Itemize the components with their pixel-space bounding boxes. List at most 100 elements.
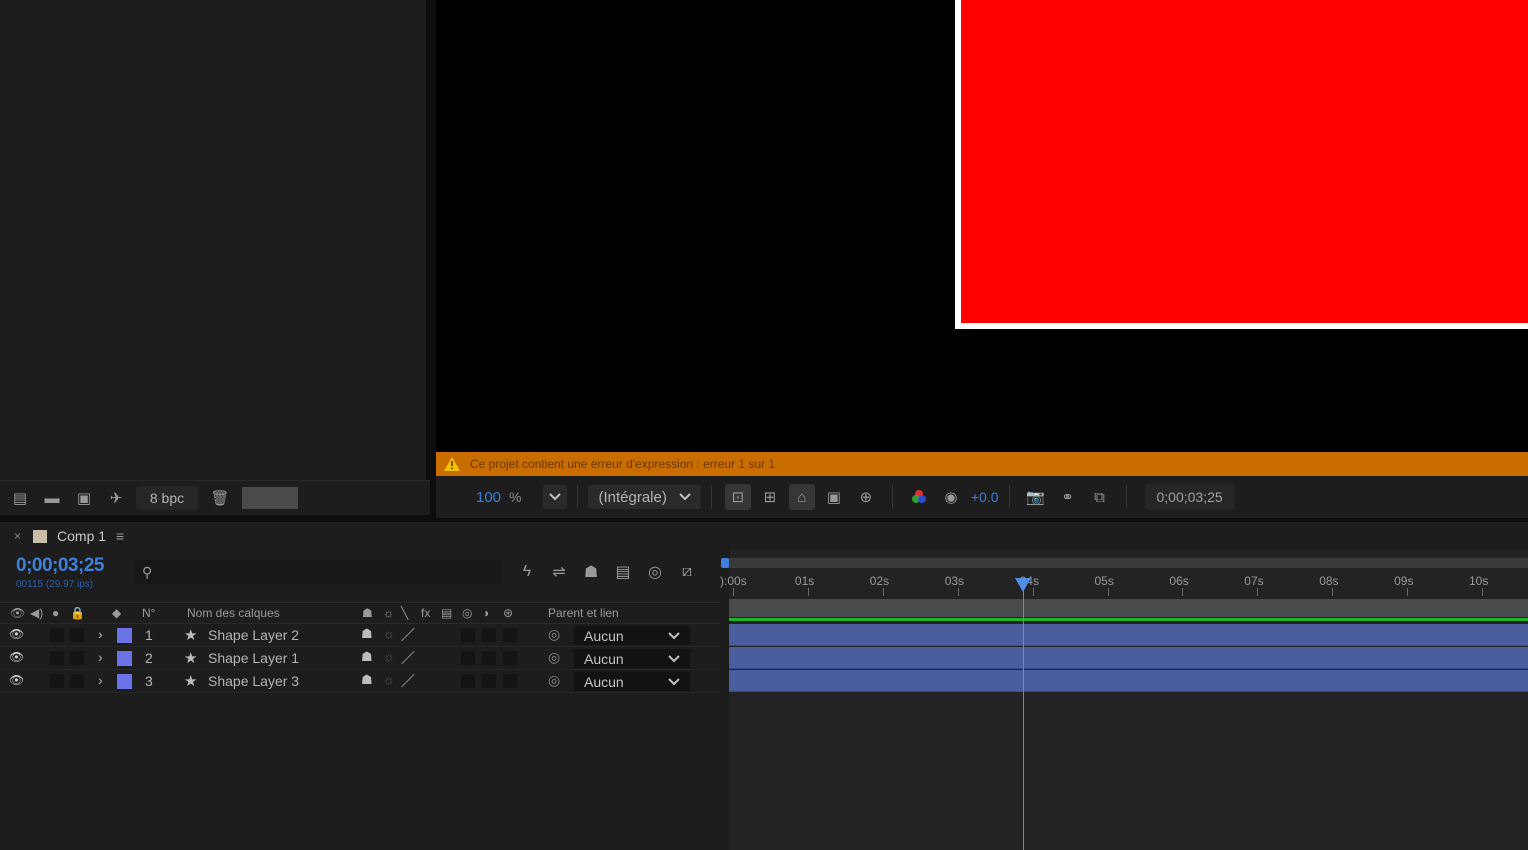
bit-depth-button[interactable]: 8 bpc: [136, 486, 198, 510]
layer-search-input[interactable]: ⚲: [134, 560, 502, 584]
audio-toggle-icon[interactable]: ◀): [30, 606, 43, 620]
collapse-switch-icon[interactable]: ☼: [383, 626, 395, 641]
work-area-start-handle[interactable]: [721, 558, 729, 568]
solo-icon[interactable]: ●: [52, 606, 59, 620]
chevron-right-icon[interactable]: ›: [98, 672, 103, 688]
zoom-dropdown[interactable]: [543, 485, 568, 509]
column-layer-name[interactable]: Nom des calques: [187, 606, 280, 620]
audio-toggle[interactable]: [50, 628, 64, 642]
ruler-tick-label: 02s: [869, 574, 890, 588]
ruler-tick: [733, 588, 734, 596]
audio-toggle[interactable]: [50, 674, 64, 688]
quality-switch-icon[interactable]: ／: [401, 625, 415, 645]
layer-row[interactable]: 👁 › 2 ★ Shape Layer 1 ☗ ☼ ／ ◎ Aucun: [0, 647, 720, 670]
switch-box[interactable]: [482, 674, 496, 688]
switch-box[interactable]: [503, 628, 517, 642]
label-tag-icon[interactable]: ◆: [112, 606, 121, 620]
current-time-indicator-line[interactable]: [1022, 584, 1024, 850]
region-of-interest-icon[interactable]: ▣: [821, 484, 847, 510]
switch-box[interactable]: [461, 628, 475, 642]
solo-toggle[interactable]: [70, 651, 84, 665]
toolbar-divider: [891, 485, 893, 509]
switch-box[interactable]: [503, 651, 517, 665]
reset-exposure-icon[interactable]: ◉: [938, 484, 964, 510]
lock-icon[interactable]: 🔒: [70, 606, 85, 620]
color-channels-icon[interactable]: [906, 484, 932, 510]
parent-dropdown[interactable]: Aucun: [574, 672, 690, 691]
pick-whip-icon[interactable]: ◎: [548, 626, 560, 643]
exposure-value[interactable]: +0.0: [971, 489, 999, 505]
tab-comp-1[interactable]: × Comp 1 ≡: [0, 522, 124, 550]
chevron-down-icon: [668, 677, 680, 685]
collapse-switch-icon[interactable]: ☼: [383, 672, 395, 687]
layer-bar[interactable]: [729, 647, 1528, 669]
grid-guides-icon[interactable]: ⊕: [853, 484, 879, 510]
audio-toggle[interactable]: [50, 651, 64, 665]
work-area-bar[interactable]: [722, 558, 1528, 568]
eye-icon[interactable]: 👁: [9, 650, 25, 664]
draft-3d-icon[interactable]: ϟ: [515, 560, 539, 584]
close-icon[interactable]: ×: [14, 529, 21, 543]
switch-box[interactable]: [503, 674, 517, 688]
expression-error-bar[interactable]: Ce projet contient une erreur d'expressi…: [436, 452, 1528, 476]
solo-toggle[interactable]: [70, 674, 84, 688]
quality-switch-icon[interactable]: ／: [401, 648, 415, 668]
current-time-indicator-head[interactable]: [1014, 578, 1031, 592]
layer-name[interactable]: Shape Layer 1: [208, 650, 299, 666]
graph-editor-icon[interactable]: ⧄: [675, 560, 699, 584]
timeline-current-time[interactable]: 0;00;03;25: [16, 555, 104, 577]
eye-icon[interactable]: 👁: [9, 627, 25, 641]
resolution-dropdown[interactable]: (Intégrale): [588, 485, 701, 509]
new-folder-icon[interactable]: ▬: [36, 484, 68, 512]
composition-viewer[interactable]: [436, 0, 1528, 452]
shy-switch-icon[interactable]: ☗: [361, 672, 373, 688]
red-rectangle-shape[interactable]: [955, 0, 1528, 329]
quality-switch-icon[interactable]: ／: [401, 671, 415, 691]
layer-label-color[interactable]: [117, 674, 132, 689]
parent-dropdown[interactable]: Aucun: [574, 626, 690, 645]
preview-settings-icon[interactable]: ⧉: [1087, 484, 1113, 510]
video-toggle-icon[interactable]: 👁: [10, 606, 25, 620]
switch-box[interactable]: [461, 651, 475, 665]
layer-row[interactable]: 👁 › 3 ★ Shape Layer 3 ☗ ☼ ／ ◎ Aucun: [0, 670, 720, 693]
motion-blur-icon[interactable]: ◎: [643, 560, 667, 584]
fast-preview-icon[interactable]: ⊡: [724, 484, 751, 510]
new-composition-icon[interactable]: ▣: [68, 484, 100, 512]
layer-name[interactable]: Shape Layer 2: [208, 627, 299, 643]
layer-name[interactable]: Shape Layer 3: [208, 673, 299, 689]
camera-snapshot-icon[interactable]: 📷: [1023, 484, 1049, 510]
parent-value: Aucun: [584, 673, 624, 690]
chevron-right-icon[interactable]: ›: [98, 649, 103, 665]
zoom-value[interactable]: 100: [476, 489, 501, 506]
composition-flowchart-icon[interactable]: ⇌: [547, 560, 571, 584]
layer-row[interactable]: 👁 › 1 ★ Shape Layer 2 ☗ ☼ ／ ◎ Aucun: [0, 624, 720, 647]
panel-menu-icon[interactable]: ≡: [116, 528, 124, 544]
shy-switch-icon[interactable]: ☗: [361, 626, 373, 642]
mask-path-icon[interactable]: ⌂: [788, 484, 815, 510]
column-parent[interactable]: Parent et lien: [548, 606, 619, 620]
transparency-grid-icon[interactable]: ⊞: [757, 484, 783, 510]
show-snapshot-icon[interactable]: ⚭: [1055, 484, 1081, 510]
pick-whip-icon[interactable]: ◎: [548, 672, 560, 689]
parent-dropdown[interactable]: Aucun: [574, 649, 690, 668]
trash-icon[interactable]: 🗑: [204, 484, 236, 512]
eye-icon[interactable]: 👁: [9, 673, 25, 687]
switch-box[interactable]: [482, 651, 496, 665]
shy-switch-icon[interactable]: ☗: [361, 649, 373, 665]
collapse-switch-icon[interactable]: ☼: [383, 649, 395, 664]
switch-box[interactable]: [482, 628, 496, 642]
layer-bar[interactable]: [729, 670, 1528, 692]
chevron-right-icon[interactable]: ›: [98, 626, 103, 642]
pick-whip-icon[interactable]: ◎: [548, 649, 560, 666]
switch-box[interactable]: [461, 674, 475, 688]
frame-blending-icon[interactable]: ▤: [611, 560, 635, 584]
ruler-tick: [1032, 588, 1034, 596]
shy-layers-icon[interactable]: ☗: [579, 560, 603, 584]
layer-bar[interactable]: [729, 624, 1528, 646]
viewer-current-time[interactable]: 0;00;03;25: [1144, 484, 1235, 510]
solo-toggle[interactable]: [70, 628, 84, 642]
interpret-footage-icon[interactable]: ▤: [4, 484, 36, 512]
layer-label-color[interactable]: [117, 651, 132, 666]
render-queue-icon[interactable]: ✈: [100, 484, 132, 512]
layer-label-color[interactable]: [117, 628, 132, 643]
